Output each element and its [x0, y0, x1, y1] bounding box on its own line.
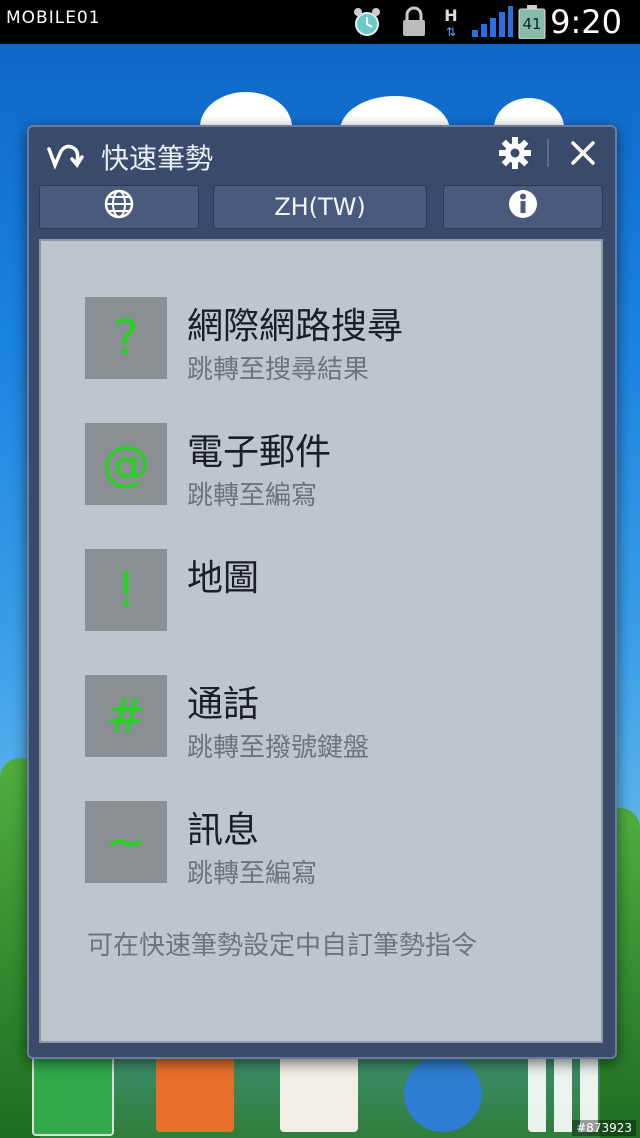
- brand-logo: MOBILE01: [6, 8, 101, 28]
- info-button[interactable]: [443, 185, 603, 229]
- gesture-item-title: 訊息: [187, 810, 260, 851]
- battery-icon: 41: [516, 5, 548, 39]
- gesture-symbol-box: #: [85, 675, 167, 757]
- gesture-item-map[interactable]: ! 地圖: [85, 549, 585, 633]
- dock: [0, 1050, 640, 1138]
- customize-hint: 可在快速筆勢設定中自訂筆勢指令: [87, 931, 478, 961]
- contacts-app-icon[interactable]: [156, 1056, 234, 1132]
- dialog-header: 快速筆勢: [29, 127, 615, 185]
- phone-app-icon[interactable]: [32, 1056, 114, 1136]
- header-divider: [547, 139, 549, 167]
- quick-command-dialog: 快速筆勢 ZH(TW) ? 網際網路搜尋 跳轉至搜尋結果 @ 電子郵件 跳轉至編…: [27, 125, 617, 1059]
- gear-icon[interactable]: [497, 135, 533, 171]
- gesture-symbol-box: @: [85, 423, 167, 505]
- globe-icon: [103, 188, 135, 226]
- lock-icon: [398, 6, 430, 38]
- info-icon: [507, 188, 539, 226]
- gesture-item-web-search[interactable]: ? 網際網路搜尋 跳轉至搜尋結果: [85, 297, 585, 385]
- browser-app-icon[interactable]: [404, 1056, 482, 1132]
- gesture-item-title: 電子郵件: [187, 432, 332, 473]
- gesture-item-call[interactable]: # 通話 跳轉至撥號鍵盤: [85, 675, 585, 763]
- gesture-item-subtitle: 跳轉至搜尋結果: [187, 355, 370, 385]
- web-search-tab-button[interactable]: [39, 185, 199, 229]
- gesture-item-title: 通話: [187, 684, 260, 725]
- gesture-symbol-box: ?: [85, 297, 167, 379]
- gesture-item-subtitle: 跳轉至編寫: [187, 481, 318, 511]
- watermark: #873923: [572, 1120, 636, 1136]
- status-bar: MOBILE01 H ⇅ 41 9:20: [0, 0, 640, 44]
- dialog-title: 快速筆勢: [101, 142, 214, 175]
- signal-icon: [470, 6, 514, 38]
- gesture-item-message[interactable]: ~ 訊息 跳轉至編寫: [85, 801, 585, 889]
- gesture-item-title: 網際網路搜尋: [187, 306, 404, 347]
- close-icon[interactable]: [565, 135, 601, 171]
- language-label: ZH(TW): [274, 193, 366, 221]
- gesture-symbol-box: !: [85, 549, 167, 631]
- alarm-icon: [350, 6, 384, 38]
- gesture-item-title: 地圖: [187, 558, 260, 599]
- language-button[interactable]: ZH(TW): [213, 185, 427, 229]
- clock: 9:20: [550, 3, 622, 41]
- email-app-icon[interactable]: [280, 1056, 358, 1132]
- gesture-icon: [45, 139, 85, 171]
- gesture-item-subtitle: 跳轉至撥號鍵盤: [187, 733, 370, 763]
- gesture-item-email[interactable]: @ 電子郵件 跳轉至編寫: [85, 423, 585, 511]
- gesture-symbol-box: ~: [85, 801, 167, 883]
- gesture-item-subtitle: 跳轉至編寫: [187, 859, 318, 889]
- gesture-list: ? 網際網路搜尋 跳轉至搜尋結果 @ 電子郵件 跳轉至編寫 ! 地圖 # 通話 …: [39, 239, 603, 1043]
- network-h-icon: H ⇅: [444, 5, 458, 39]
